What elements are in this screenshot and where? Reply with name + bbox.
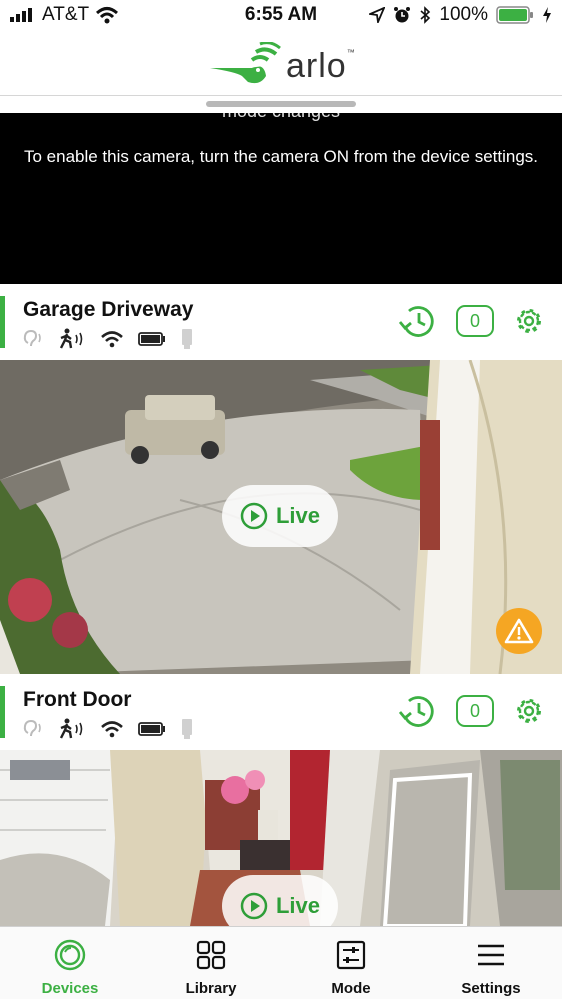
tab-label: Mode	[331, 980, 371, 997]
play-circle-icon	[240, 502, 268, 530]
camera-feed-garage[interactable]: Live	[0, 360, 562, 674]
live-view-button[interactable]: Live	[222, 875, 338, 926]
tab-devices[interactable]: Devices	[0, 927, 140, 999]
device-name: Garage Driveway	[23, 298, 194, 321]
warning-icon	[504, 618, 534, 644]
arlo-devices-screen: AT&T 6:55 AM 100% arlo ™ To enable this …	[0, 0, 562, 999]
tab-settings[interactable]: Settings	[421, 927, 561, 999]
device-name: Front Door	[23, 688, 132, 711]
audio-ear-icon	[23, 329, 41, 347]
motion-icon	[59, 718, 83, 739]
tab-label: Settings	[461, 980, 521, 997]
camera-off-panel: mode changes To enable this camera, turn…	[0, 113, 562, 284]
wifi-signal-icon	[101, 331, 123, 348]
usb-power-icon	[182, 719, 192, 739]
battery-percent: 100%	[439, 4, 488, 25]
device-actions: 0	[398, 694, 544, 728]
status-right-group: 100%	[369, 4, 552, 26]
device-accent-bar	[0, 686, 5, 738]
gear-icon[interactable]	[514, 306, 544, 336]
settings-menu-icon	[478, 944, 504, 966]
arlo-logo: arlo ™	[208, 42, 355, 90]
history-icon[interactable]	[398, 694, 436, 728]
motion-icon	[59, 328, 83, 349]
status-bar: AT&T 6:55 AM 100%	[0, 0, 562, 34]
live-label: Live	[275, 503, 321, 528]
tab-library[interactable]: Library	[141, 927, 281, 999]
live-view-button[interactable]: Live	[222, 485, 338, 547]
tab-label: Library	[185, 980, 237, 997]
device-status-icons	[22, 718, 194, 740]
location-arrow-icon	[369, 7, 386, 23]
charging-bolt-icon	[543, 7, 551, 23]
trademark: ™	[346, 48, 355, 57]
alert-button[interactable]	[496, 608, 542, 654]
library-icon	[196, 940, 226, 970]
tab-label: Devices	[41, 980, 99, 997]
app-header: arlo ™	[0, 34, 562, 96]
camera-off-message: To enable this camera, turn the camera O…	[23, 147, 539, 166]
arlo-bird-icon	[210, 42, 281, 84]
motion-count-button[interactable]: 0	[456, 305, 494, 337]
history-icon[interactable]	[398, 304, 436, 338]
mode-icon	[336, 940, 366, 970]
bottom-tab-bar: Devices Library Mode Settings	[0, 926, 562, 999]
bluetooth-icon	[420, 6, 431, 24]
gear-icon[interactable]	[514, 696, 544, 726]
device-card-header: Garage Driveway 0	[0, 292, 562, 360]
usb-power-icon	[182, 329, 192, 349]
arlo-wordmark: arlo	[286, 46, 347, 85]
device-card-header: Front Door 0	[0, 682, 562, 750]
play-circle-icon	[240, 892, 268, 920]
motion-count-button[interactable]: 0	[456, 695, 494, 727]
audio-ear-icon	[23, 719, 41, 737]
devices-icon	[54, 939, 86, 971]
camera-feed-front-door[interactable]: Live	[0, 750, 562, 926]
battery-icon	[496, 6, 533, 24]
device-status-icons	[22, 328, 194, 350]
camera-battery-icon	[138, 722, 165, 736]
live-label: Live	[275, 893, 321, 918]
tab-mode[interactable]: Mode	[281, 927, 421, 999]
device-actions: 0	[398, 304, 544, 338]
camera-battery-icon	[138, 332, 165, 346]
panel-clipped-text: mode changes	[0, 113, 562, 122]
wifi-signal-icon	[101, 721, 123, 738]
device-accent-bar	[0, 296, 5, 348]
alarm-icon	[394, 7, 411, 23]
pull-handle[interactable]	[206, 101, 356, 107]
